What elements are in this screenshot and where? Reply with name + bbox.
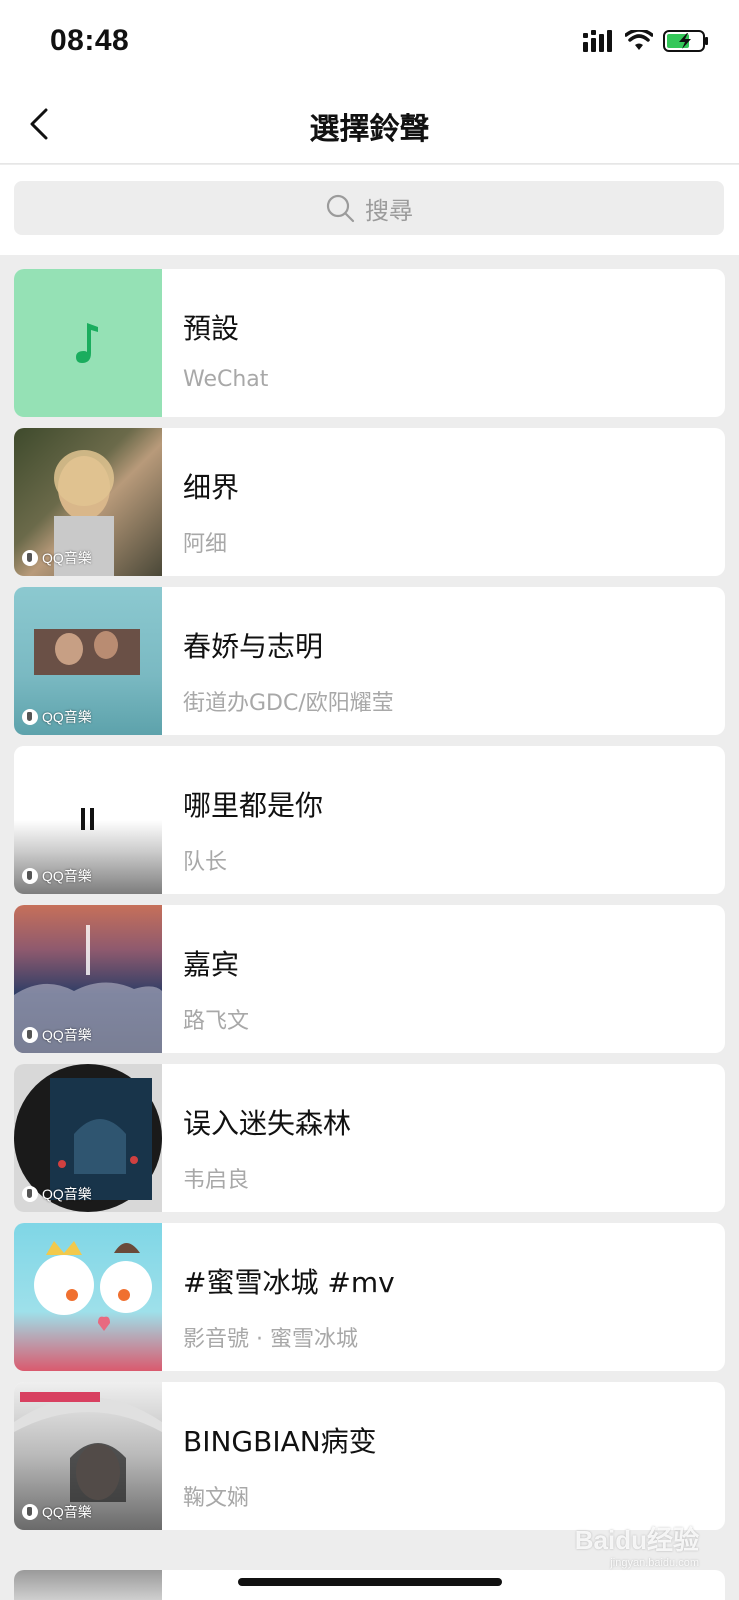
badge-label: QQ音樂: [42, 1504, 92, 1520]
qq-music-icon: [22, 1027, 38, 1043]
ringtone-item[interactable]: QQ音樂 误入迷失森林 韦启良: [14, 1064, 725, 1212]
search-bar: 搜尋: [0, 165, 739, 255]
watermark: Baidu经验 jingyan.baidu.com: [575, 1520, 699, 1569]
status-time: 08:48: [50, 24, 130, 57]
ringtone-item[interactable]: QQ音樂 春娇与志明 街道办GDC/欧阳耀莹: [14, 587, 725, 735]
watermark-url: jingyan.baidu.com: [610, 1557, 699, 1569]
battery-charging-icon: [663, 30, 708, 52]
music-note-icon: [76, 323, 98, 363]
qq-music-badge: QQ音樂: [22, 1025, 92, 1045]
qq-music-badge: QQ音樂: [22, 866, 92, 886]
ringtone-title: 哪里都是你: [183, 789, 324, 822]
badge-label: QQ音樂: [42, 1027, 92, 1043]
ringtone-artist: 鞠文娴: [183, 1486, 250, 1511]
qq-music-badge: QQ音樂: [22, 548, 92, 568]
wifi-icon: [625, 30, 653, 50]
qq-music-icon: [22, 1504, 38, 1520]
album-cover: QQ音樂: [14, 746, 162, 894]
watermark-brand: Baidu经验: [574, 1525, 699, 1555]
qq-music-badge: QQ音樂: [22, 1502, 92, 1522]
thumbnail: [14, 269, 162, 417]
ringtone-artist: 街道办GDC/欧阳耀莹: [183, 691, 394, 716]
album-cover: QQ音樂: [14, 1382, 162, 1530]
badge-label: QQ音樂: [42, 1186, 92, 1202]
nav-bar: 選擇鈴聲: [0, 84, 739, 164]
ringtone-title: 春娇与志明: [183, 630, 324, 663]
ringtone-artist: 韦启良: [183, 1168, 250, 1193]
badge-label: QQ音樂: [42, 550, 92, 566]
badge-label: QQ音樂: [42, 709, 92, 725]
album-cover: QQ音樂: [14, 428, 162, 576]
badge-label: QQ音樂: [42, 868, 92, 884]
search-icon: [326, 194, 355, 223]
ringtone-title: #蜜雪冰城 #mv: [183, 1266, 395, 1299]
ringtone-artist: 队长: [183, 850, 228, 875]
status-bar: 08:48: [0, 0, 739, 84]
signal-icon: [583, 30, 612, 52]
ringtone-artist: WeChat: [183, 367, 269, 392]
qq-music-icon: [22, 709, 38, 725]
qq-music-icon: [22, 868, 38, 884]
ringtone-title: 嘉宾: [183, 948, 240, 981]
ringtone-item[interactable]: QQ音樂 嘉宾 路飞文: [14, 905, 725, 1053]
ringtone-title: 預設: [183, 312, 240, 345]
album-cover: QQ音樂: [14, 1064, 162, 1212]
ringtone-item-default[interactable]: 預設 WeChat: [14, 269, 725, 417]
ringtone-artist: 影音號 · 蜜雪冰城: [183, 1327, 358, 1352]
album-art-image: [34, 1241, 152, 1331]
home-indicator: [238, 1578, 502, 1586]
ringtone-title: BINGBIAN病变: [183, 1425, 377, 1458]
album-cover: QQ音樂: [14, 905, 162, 1053]
qq-music-icon: [22, 1186, 38, 1202]
ringtone-item[interactable]: QQ音樂 细界 阿细: [14, 428, 725, 576]
qq-music-icon: [22, 550, 38, 566]
ringtone-item[interactable]: QQ音樂 BINGBIAN病变 鞠文娴: [14, 1382, 725, 1530]
search-input[interactable]: 搜尋: [14, 181, 724, 235]
ringtone-title: 误入迷失森林: [183, 1107, 352, 1140]
album-cover: [14, 1570, 162, 1600]
page-title: 選擇鈴聲: [309, 112, 430, 147]
ringtone-artist: 路飞文: [183, 1009, 250, 1034]
ringtone-item[interactable]: #蜜雪冰城 #mv 影音號 · 蜜雪冰城: [14, 1223, 725, 1371]
search-placeholder: 搜尋: [365, 197, 413, 225]
qq-music-badge: QQ音樂: [22, 1184, 92, 1204]
album-cover: [14, 1223, 162, 1371]
status-icons: [583, 30, 709, 52]
ringtone-artist: 阿细: [183, 532, 228, 557]
album-cover: QQ音樂: [14, 587, 162, 735]
ringtone-item-playing[interactable]: QQ音樂 哪里都是你 队长: [14, 746, 725, 894]
qq-music-badge: QQ音樂: [22, 707, 92, 727]
ringtone-title: 细界: [183, 471, 240, 504]
